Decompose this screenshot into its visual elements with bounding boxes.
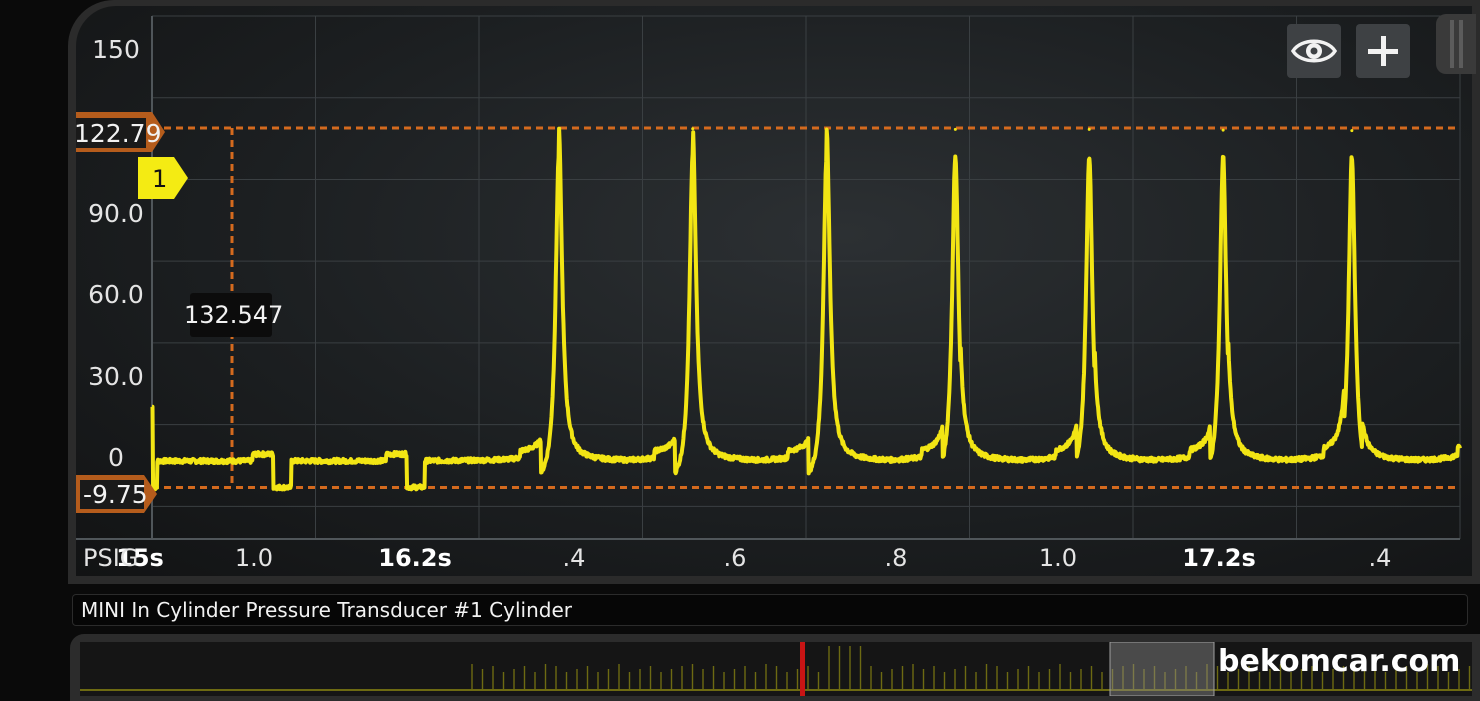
eye-icon [1290, 39, 1338, 63]
watermark: bekomcar.com [1218, 644, 1461, 679]
y-tick-label: 0 [108, 443, 124, 472]
add-channel-button[interactable] [1356, 24, 1410, 78]
y-tick-label: 90.0 [88, 199, 144, 228]
lower-cursor-tab[interactable]: -9.75 [76, 475, 157, 513]
cursor-readout: 132.547 [184, 293, 283, 337]
marker-flag-label: 1 [152, 165, 167, 193]
peak-point [557, 127, 561, 131]
peak-point [1221, 128, 1225, 132]
overview-playhead[interactable] [800, 642, 805, 696]
lower-cursor-value: -9.75 [83, 480, 148, 509]
y-axis-ticks: 150 90.0 60.0 30.0 0 [88, 35, 144, 472]
x-axis-ticks: 15s 1.0 16.2s .4.6.8 1.0 17.2s .4 [116, 544, 1391, 572]
y-tick-label: 30.0 [88, 362, 144, 391]
upper-cursor-value: 122.79 [76, 119, 161, 148]
cursor-readout-value: 132.547 [184, 301, 283, 329]
peak-point [1087, 127, 1091, 131]
scope-app: 150 90.0 60.0 30.0 0 15s 1.0 16.2s .4.6.8 1.0 17.… [0, 0, 1480, 701]
x-tick-label: 1.0 [1039, 544, 1077, 572]
x-tick-label: .6 [724, 544, 747, 572]
y-tick-label: 150 [92, 35, 140, 64]
x-tick-label: 1.0 [235, 544, 273, 572]
side-panel-handle[interactable] [1436, 14, 1476, 74]
x-tick-label: .4 [563, 544, 586, 572]
x-tick-label: 17.2s [1182, 544, 1256, 572]
y-axis-unit-label: PSIG [83, 544, 138, 572]
peak-point [691, 127, 695, 131]
channel-name: MINI In Cylinder Pressure Transducer #1 … [81, 598, 572, 622]
overview-window[interactable] [1109, 642, 1215, 696]
x-tick-label: 16.2s [378, 544, 452, 572]
peak-point [953, 127, 957, 131]
marker-flag[interactable]: 1 [138, 157, 188, 199]
upper-cursor-tab[interactable]: 122.79 [76, 112, 165, 152]
channel-label-bar[interactable]: MINI In Cylinder Pressure Transducer #1 … [72, 594, 1468, 626]
view-toggle-button[interactable] [1287, 24, 1341, 78]
peak-point [825, 127, 829, 131]
y-tick-label: 60.0 [88, 280, 144, 309]
peak-point [1350, 129, 1354, 133]
pressure-chart[interactable]: 15090.060.030.00 15s 1.0 16.2s .4.6.8 1.0 17.… [76, 6, 1472, 576]
x-tick-label: .8 [885, 544, 908, 572]
waveform-panel[interactable]: 150 90.0 60.0 30.0 0 15s 1.0 16.2s .4.6.8 1.0 17.… [76, 6, 1472, 576]
x-tick-label: .4 [1369, 544, 1392, 572]
